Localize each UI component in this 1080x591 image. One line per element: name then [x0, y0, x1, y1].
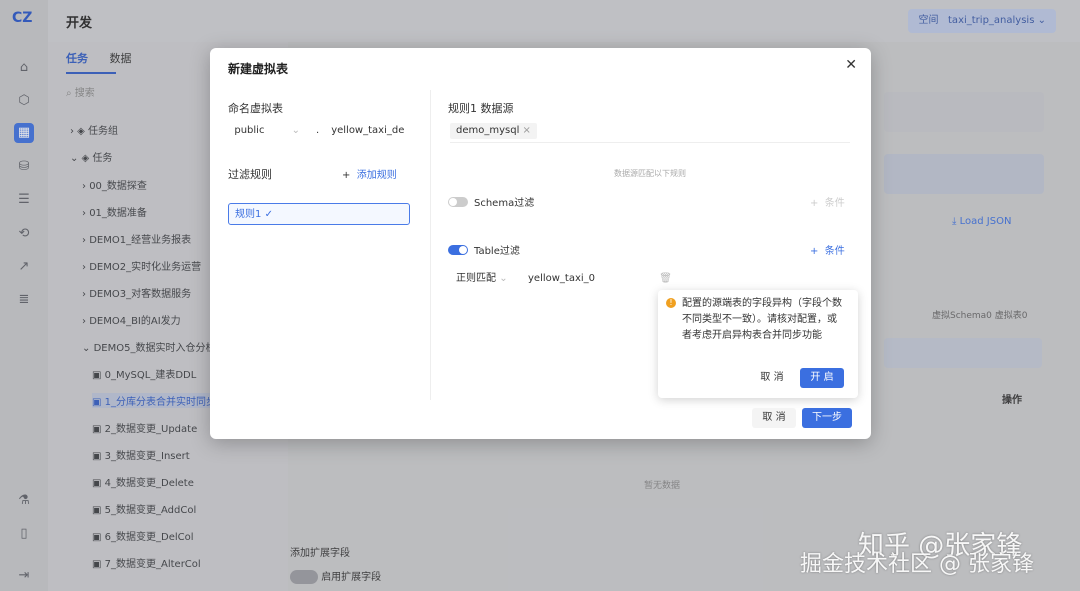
next-button[interactable]: 下一步: [802, 408, 852, 428]
cancel-button[interactable]: 取 消: [752, 408, 796, 428]
rule-label: 规则1: [235, 209, 262, 220]
modal-divider: [430, 90, 431, 400]
rule-source-label: 规则1 数据源: [448, 102, 514, 115]
add-rule-label: 添加规则: [356, 170, 397, 181]
cond-label: 条件: [824, 198, 845, 209]
schema-filter-label: Schema过滤: [474, 198, 535, 209]
watermark-juejin: 掘金技术社区 @ 张家锋: [800, 552, 1034, 577]
plus-icon: +: [342, 170, 351, 181]
popover-text: 配置的源端表的字段异构（字段个数不同类型不一致）。请核对配置，或者考虑开启异构表…: [682, 298, 842, 341]
popover-enable-button[interactable]: 开 启: [800, 368, 844, 388]
toggle-knob: [459, 246, 467, 254]
table-name-value: yellow_taxi_de: [331, 125, 405, 136]
app-root: CZ ⌂ ⬡ ▦ ⛁ ☰ ⟲ ↗ ≣ ⚗ ▯ ⇥ 开发 空间 taxi_trip…: [0, 0, 1080, 591]
schema-select[interactable]: public ⌄: [228, 120, 306, 142]
schema-filter-toggle[interactable]: [448, 197, 468, 207]
close-icon[interactable]: ×: [523, 125, 531, 136]
match-mode-value: 正则匹配: [456, 273, 496, 284]
schema-cond-button[interactable]: + 条件: [810, 194, 845, 209]
cond-label: 条件: [824, 246, 845, 257]
name-label: 命名虚拟表: [228, 102, 283, 115]
dot-separator: .: [316, 125, 320, 136]
match-value-input[interactable]: yellow_taxi_0 🗑: [528, 268, 672, 290]
match-note: 数据源匹配以下规则: [614, 169, 686, 178]
chevron-down-icon: ⌄: [499, 273, 508, 284]
modal-title: 新建虚拟表: [228, 62, 289, 76]
table-name-input[interactable]: yellow_taxi_de: [328, 120, 410, 142]
rule-item-1[interactable]: 规则1 ✓: [228, 203, 410, 225]
match-mode-select[interactable]: 正则匹配 ⌄: [456, 268, 518, 290]
datasource-select[interactable]: demo_mysql ×: [450, 120, 850, 143]
popover-cancel-button[interactable]: 取 消: [750, 368, 794, 388]
warning-popover: ! 配置的源端表的字段异构（字段个数不同类型不一致）。请核对配置，或者考虑开启异…: [658, 290, 858, 398]
table-filter-toggle[interactable]: [448, 245, 468, 255]
filter-label: 过滤规则: [228, 168, 272, 181]
datasource-tag-label: demo_mysql: [456, 125, 520, 136]
match-value: yellow_taxi_0: [528, 273, 596, 284]
close-icon[interactable]: ✕: [845, 57, 857, 73]
new-virtual-table-modal: 新建虚拟表 ✕ 命名虚拟表 public ⌄ . yellow_taxi_de …: [210, 48, 871, 439]
check-icon: ✓: [264, 209, 273, 220]
chevron-down-icon: ⌄: [291, 125, 300, 136]
schema-value: public: [234, 125, 265, 136]
warning-icon: !: [666, 298, 676, 308]
add-rule-button[interactable]: + 添加规则: [342, 166, 397, 181]
trash-icon[interactable]: 🗑: [659, 268, 672, 290]
datasource-tag: demo_mysql ×: [450, 123, 537, 139]
table-cond-button[interactable]: + 条件: [810, 242, 845, 257]
toggle-knob: [449, 198, 457, 206]
table-filter-label: Table过滤: [474, 246, 520, 257]
